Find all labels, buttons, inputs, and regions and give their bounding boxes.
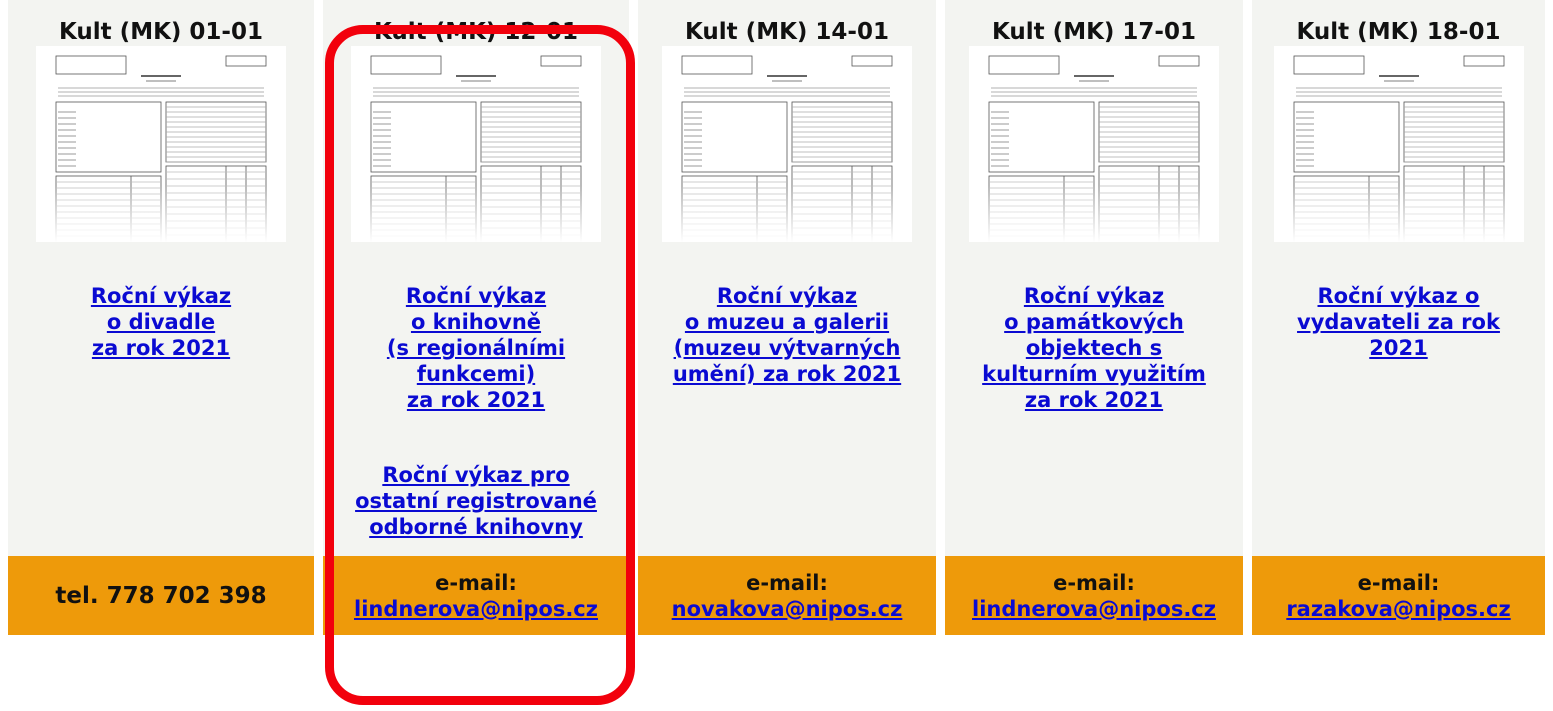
form-link-line[interactable]: Roční výkaz o xyxy=(1252,283,1545,309)
form-link-line[interactable]: vydavateli za rok xyxy=(1252,309,1545,335)
form-link-line[interactable]: umění) za rok 2021 xyxy=(638,361,936,387)
contact-footer: e-mail: razakova@nipos.cz xyxy=(1252,556,1545,635)
form-preview-thumbnail-svg xyxy=(662,55,912,242)
form-description-link[interactable]: Roční výkaz o památkových objektech s ku… xyxy=(945,283,1243,413)
form-link-line[interactable]: odborné knihovny xyxy=(323,514,629,540)
form-preview-thumbnail-icon[interactable] xyxy=(969,46,1219,242)
form-description-link[interactable]: Roční výkaz o vydavateli za rok 2021 xyxy=(1252,283,1545,361)
form-link-line[interactable]: Roční výkaz xyxy=(638,283,936,309)
email-label: e-mail: xyxy=(435,570,517,595)
form-link-line[interactable]: Roční výkaz xyxy=(8,283,314,309)
column-body: Kult (MK) 12-01 Roční výkaz o knihovně (… xyxy=(323,0,629,556)
contact-footer: tel. 778 702 398 xyxy=(8,556,314,635)
form-preview-thumbnail-svg xyxy=(351,55,601,242)
column-body: Kult (MK) 17-01 Roční výkaz o památkovýc… xyxy=(945,0,1243,556)
form-link-line[interactable]: Roční výkaz xyxy=(323,283,629,309)
column-body: Kult (MK) 14-01 Roční výkaz o muzeu a ga… xyxy=(638,0,936,556)
form-code-heading: Kult (MK) 18-01 xyxy=(1296,19,1501,45)
form-link-line[interactable]: o knihovně xyxy=(323,309,629,335)
form-description-link[interactable]: Roční výkaz o divadle za rok 2021 xyxy=(8,283,314,361)
form-preview-thumbnail-icon[interactable] xyxy=(36,46,286,242)
email-link[interactable]: lindnerova@nipos.cz xyxy=(354,596,598,622)
email-link[interactable]: lindnerova@nipos.cz xyxy=(972,596,1216,622)
column-body: Kult (MK) 18-01 Roční výkaz o vydavateli… xyxy=(1252,0,1545,556)
form-code-heading: Kult (MK) 17-01 xyxy=(992,19,1196,45)
form-code-heading: Kult (MK) 12-01 xyxy=(374,19,578,45)
form-code-heading: Kult (MK) 14-01 xyxy=(685,19,889,45)
contact-phone: tel. 778 702 398 xyxy=(55,582,267,609)
form-preview-thumbnail-svg xyxy=(36,55,286,242)
email-label: e-mail: xyxy=(1053,570,1135,595)
email-link[interactable]: razakova@nipos.cz xyxy=(1286,596,1510,622)
email-label: e-mail: xyxy=(746,570,828,595)
email-link[interactable]: novakova@nipos.cz xyxy=(672,596,903,622)
contact-footer: e-mail: novakova@nipos.cz xyxy=(638,556,936,635)
form-link-line[interactable]: o památkových xyxy=(945,309,1243,335)
form-preview-thumbnail-icon[interactable] xyxy=(1273,46,1524,242)
form-preview-thumbnail-svg xyxy=(969,55,1219,242)
contact-footer: e-mail: lindnerova@nipos.cz xyxy=(945,556,1243,635)
form-link-line[interactable]: Roční výkaz xyxy=(945,283,1243,309)
form-link-line[interactable]: objektech s xyxy=(945,335,1243,361)
form-code-heading: Kult (MK) 01-01 xyxy=(59,19,263,45)
form-link-line[interactable]: (s regionálními xyxy=(323,335,629,361)
form-link-line[interactable]: 2021 xyxy=(1252,335,1545,361)
form-description-link[interactable]: Roční výkaz o knihovně (s regionálními f… xyxy=(323,283,629,413)
form-preview-thumbnail-icon[interactable] xyxy=(662,46,912,242)
form-description-link[interactable]: Roční výkaz o muzeu a galerii (muzeu výt… xyxy=(638,283,936,387)
column-body: Kult (MK) 01-01 Roční výkaz o divadle za… xyxy=(8,0,314,556)
form-link-line[interactable]: za rok 2021 xyxy=(8,335,314,361)
form-link-line[interactable]: (muzeu výtvarných xyxy=(638,335,936,361)
contact-footer: e-mail: lindnerova@nipos.cz xyxy=(323,556,629,635)
form-link-line[interactable]: o muzeu a galerii xyxy=(638,309,936,335)
form-preview-thumbnail-svg xyxy=(1273,55,1524,242)
form-link-line[interactable]: funkcemi) xyxy=(323,361,629,387)
form-link-line[interactable]: ostatní registrované xyxy=(323,488,629,514)
other-libraries-link[interactable]: Roční výkaz pro ostatní registrované odb… xyxy=(323,462,629,540)
form-link-line[interactable]: Roční výkaz pro xyxy=(323,462,629,488)
form-link-line[interactable]: o divadle xyxy=(8,309,314,335)
form-preview-thumbnail-icon[interactable] xyxy=(351,46,601,242)
email-label: e-mail: xyxy=(1357,570,1440,595)
forms-table: Kult (MK) 01-01 Roční výkaz o divadle za… xyxy=(0,0,1553,711)
form-link-line[interactable]: za rok 2021 xyxy=(323,387,629,413)
form-link-line[interactable]: za rok 2021 xyxy=(945,387,1243,413)
form-link-line[interactable]: kulturním využitím xyxy=(945,361,1243,387)
